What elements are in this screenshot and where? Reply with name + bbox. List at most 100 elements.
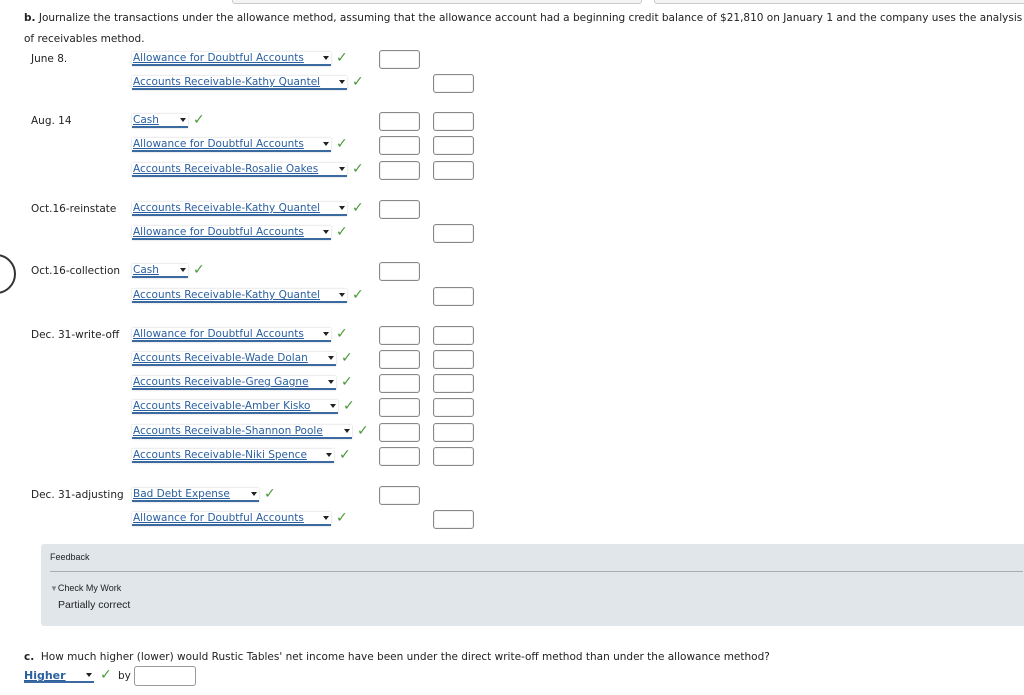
debit-input[interactable]: [379, 262, 420, 281]
account-select[interactable]: Bad Debt Expense: [132, 488, 259, 502]
credit-input[interactable]: [433, 74, 474, 93]
dropdown-arrow-icon: [344, 429, 350, 433]
selected-account: Cash: [133, 114, 159, 126]
account-select[interactable]: Cash: [132, 114, 188, 128]
part-label: b.: [24, 12, 36, 24]
check-icon: ✓: [352, 161, 364, 177]
account-select[interactable]: Allowance for Doubtful Accounts: [132, 52, 331, 66]
account-select[interactable]: Accounts Receivable-Amber Kisko: [132, 400, 338, 414]
account-select[interactable]: Accounts Receivable-Greg Gagne: [132, 376, 336, 390]
check-icon: ✓: [352, 287, 364, 303]
entry-date: Oct.16-reinstate: [31, 203, 117, 215]
dropdown-arrow-icon: [180, 118, 186, 122]
account-select[interactable]: Accounts Receivable-Kathy Quantel: [132, 289, 347, 303]
journal-row: Accounts Receivable-Amber Kisko ✓: [0, 398, 1024, 418]
selected-account: Cash: [133, 264, 159, 276]
credit-input[interactable]: [433, 112, 474, 131]
debit-input[interactable]: [379, 50, 420, 69]
account-select[interactable]: Allowance for Doubtful Accounts: [132, 328, 331, 342]
credit-input[interactable]: [433, 374, 474, 393]
check-icon: ✓: [352, 74, 364, 90]
credit-input[interactable]: [433, 447, 474, 466]
dropdown-arrow-icon: [330, 404, 336, 408]
journal-row: Allowance for Doubtful Accounts ✓: [0, 510, 1024, 530]
journal-row: Oct.16-reinstate Accounts Receivable-Kath…: [0, 200, 1024, 220]
account-select[interactable]: Accounts Receivable-Kathy Quantel: [132, 76, 347, 90]
selected-account: Accounts Receivable-Wade Dolan: [133, 352, 308, 364]
selected-account: Allowance for Doubtful Accounts: [133, 328, 304, 340]
dropdown-arrow-icon: [323, 56, 329, 60]
account-select[interactable]: Accounts Receivable-Niki Spence: [132, 449, 334, 463]
journal-row: Accounts Receivable-Niki Spence ✓: [0, 447, 1024, 467]
account-select[interactable]: Allowance for Doubtful Accounts: [132, 138, 331, 152]
selected-account: Accounts Receivable-Kathy Quantel: [133, 76, 321, 88]
feedback-title: Feedback: [50, 552, 90, 562]
journal-row: Accounts Receivable-Rosalie Oakes ✓: [0, 161, 1024, 181]
journal-row: Allowance for Doubtful Accounts ✓: [0, 224, 1024, 244]
dropdown-arrow-icon: [339, 206, 345, 210]
question-b: b. Journalize the transactions under the…: [24, 8, 1024, 50]
selected-account: Accounts Receivable-Kathy Quantel: [133, 202, 321, 214]
account-select[interactable]: Allowance for Doubtful Accounts: [132, 512, 331, 526]
selected-account: Allowance for Doubtful Accounts: [133, 226, 304, 238]
dropdown-arrow-icon: [323, 230, 329, 234]
debit-input[interactable]: [379, 398, 420, 417]
debit-input[interactable]: [379, 161, 420, 180]
selected-account: Allowance for Doubtful Accounts: [133, 52, 304, 64]
check-icon: ✓: [193, 262, 205, 278]
debit-input[interactable]: [379, 200, 420, 219]
check-icon: ✓: [357, 423, 369, 439]
account-select[interactable]: Cash: [132, 264, 188, 278]
question-c: c. How much higher (lower) would Rustic …: [24, 651, 770, 663]
check-icon: ✓: [264, 486, 276, 502]
debit-input[interactable]: [379, 326, 420, 345]
account-select[interactable]: Allowance for Doubtful Accounts: [132, 226, 331, 240]
journal-row: Accounts Receivable-Shannon Poole ✓: [0, 423, 1024, 443]
selected-account: Accounts Receivable-Niki Spence: [133, 449, 307, 461]
debit-input[interactable]: [379, 374, 420, 393]
question-text-cont: of receivables method.: [24, 33, 145, 45]
debit-input[interactable]: [379, 136, 420, 155]
account-select[interactable]: Accounts Receivable-Wade Dolan: [132, 352, 336, 366]
dropdown-arrow-icon: [180, 268, 186, 272]
journal-row: Dec. 31-adjusting Bad Debt Expense ✓: [0, 486, 1024, 506]
higher-lower-select[interactable]: Higher: [24, 669, 94, 683]
dropdown-arrow-icon: [328, 356, 334, 360]
check-icon: ✓: [193, 112, 205, 128]
selected-account: Accounts Receivable-Kathy Quantel: [133, 289, 321, 301]
account-select[interactable]: Accounts Receivable-Rosalie Oakes: [132, 163, 347, 177]
check-icon: ✓: [336, 510, 348, 526]
debit-input[interactable]: [379, 350, 420, 369]
account-select[interactable]: Accounts Receivable-Shannon Poole: [132, 425, 352, 439]
check-icon: ✓: [336, 224, 348, 240]
check-icon: ✓: [336, 326, 348, 342]
credit-input[interactable]: [433, 326, 474, 345]
debit-input[interactable]: [379, 447, 420, 466]
top-scroll-element: [654, 0, 1024, 4]
dropdown-arrow-icon: [86, 673, 92, 677]
debit-input[interactable]: [379, 486, 420, 505]
credit-input[interactable]: [433, 510, 474, 529]
triangle-down-icon: ▼: [50, 584, 58, 593]
dropdown-arrow-icon: [339, 80, 345, 84]
credit-input[interactable]: [433, 350, 474, 369]
check-icon: ✓: [336, 50, 348, 66]
credit-input[interactable]: [433, 287, 474, 306]
amount-input[interactable]: [134, 666, 196, 686]
account-select[interactable]: Accounts Receivable-Kathy Quantel: [132, 202, 347, 216]
dropdown-arrow-icon: [328, 380, 334, 384]
selected-account: Accounts Receivable-Greg Gagne: [133, 376, 309, 388]
credit-input[interactable]: [433, 136, 474, 155]
debit-input[interactable]: [379, 423, 420, 442]
check-my-work-toggle[interactable]: ▼Check My Work: [50, 583, 121, 593]
debit-input[interactable]: [379, 112, 420, 131]
selected-account: Allowance for Doubtful Accounts: [133, 512, 304, 524]
entry-date: June 8.: [31, 53, 68, 65]
credit-input[interactable]: [433, 423, 474, 442]
selected-account: Accounts Receivable-Shannon Poole: [133, 425, 323, 437]
credit-input[interactable]: [433, 161, 474, 180]
dropdown-arrow-icon: [323, 516, 329, 520]
check-icon: ✓: [341, 350, 353, 366]
credit-input[interactable]: [433, 398, 474, 417]
credit-input[interactable]: [433, 224, 474, 243]
